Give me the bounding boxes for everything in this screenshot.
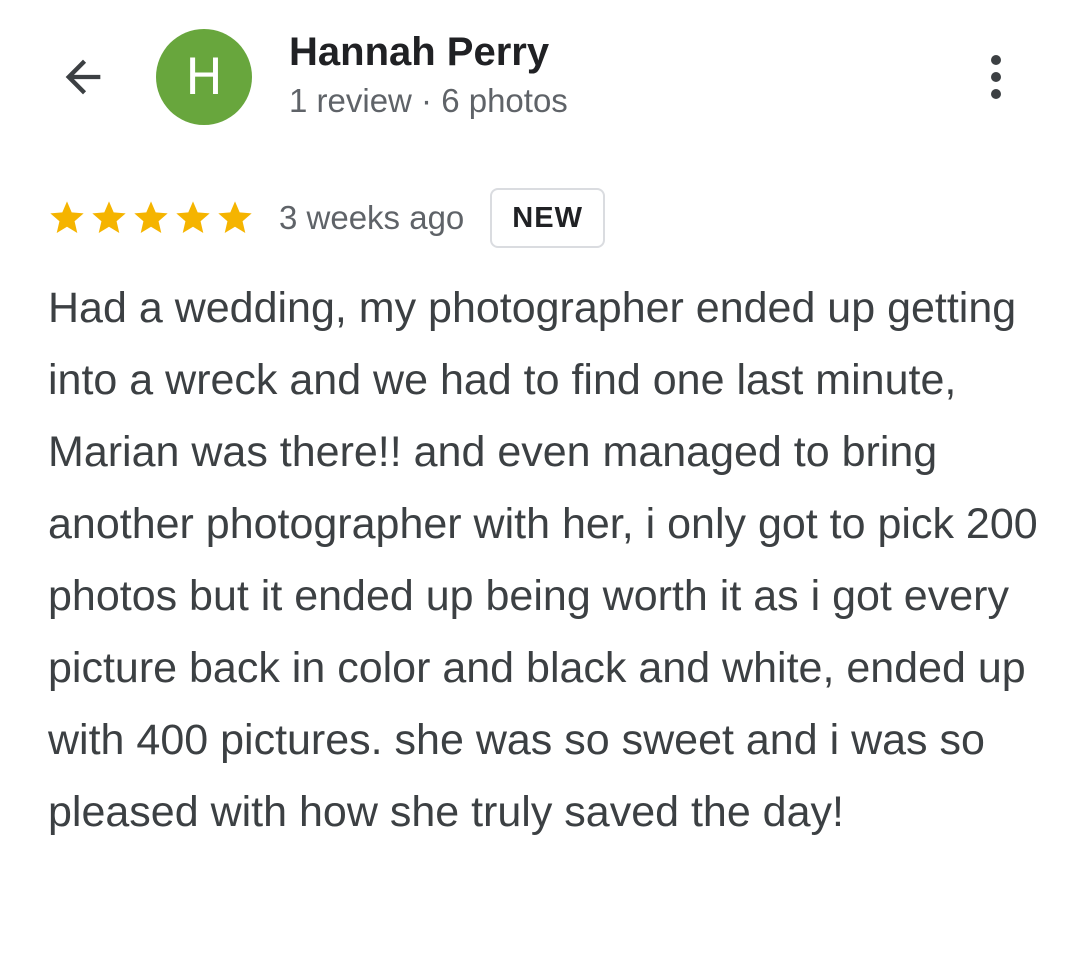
new-badge: NEW (490, 188, 605, 248)
star-icon (176, 201, 210, 233)
rating-row: 3 weeks ago NEW (47, 186, 605, 250)
more-vert-icon-dot (991, 72, 1001, 82)
star-icon (134, 201, 168, 233)
more-options-button[interactable] (968, 44, 1024, 110)
review-time: 3 weeks ago (279, 199, 465, 236)
arrow-back-icon (65, 59, 101, 95)
review-text: Had a wedding, my photographer ended up … (48, 284, 1038, 836)
avatar[interactable]: H (156, 29, 252, 125)
star-icon (50, 201, 84, 233)
star-icon (92, 201, 126, 233)
more-vert-icon-dot (991, 89, 1001, 99)
star-rating (47, 198, 255, 238)
reviewer-name[interactable]: Hannah Perry (289, 28, 549, 76)
back-button[interactable] (50, 44, 116, 110)
avatar-initial: H (185, 48, 223, 106)
more-vert-icon-dot (991, 55, 1001, 65)
reviewer-stats: 1 review · 6 photos (289, 82, 568, 119)
star-icon (218, 201, 252, 233)
